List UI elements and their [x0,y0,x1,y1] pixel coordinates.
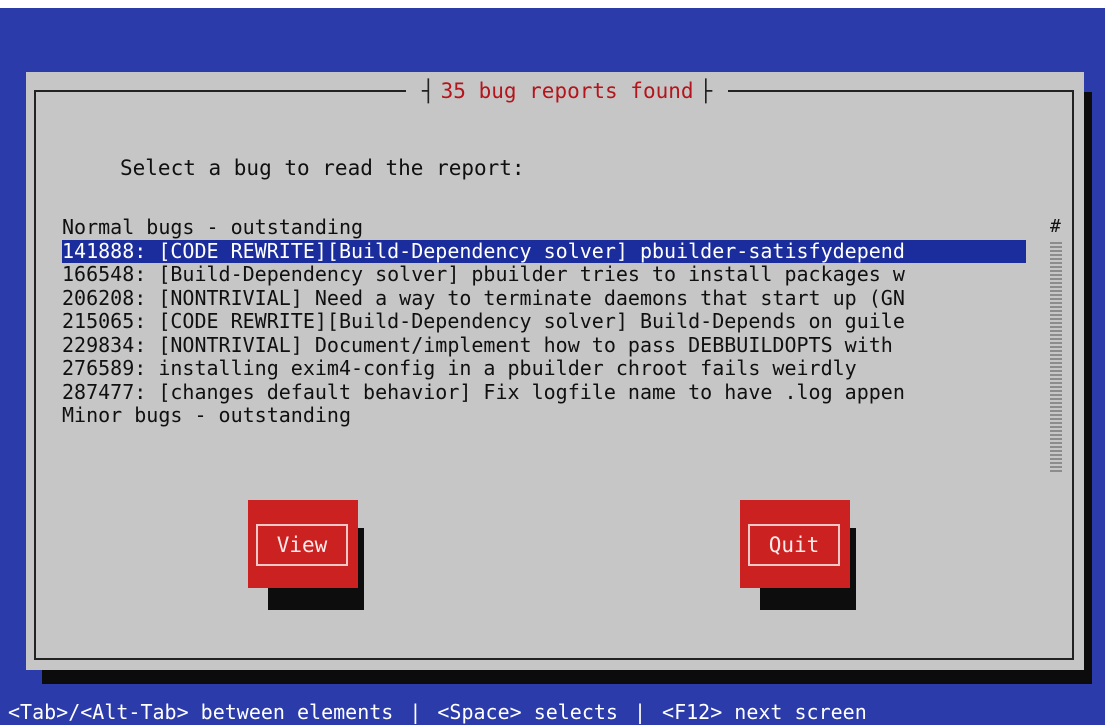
title-right-bracket: ├ [699,79,713,103]
view-button[interactable]: View [248,500,358,588]
help-tab-hint: <Tab>/<Alt-Tab> between elements [8,699,394,724]
help-space-hint: <Space> selects [437,699,618,724]
list-item[interactable]: 215065: [CODE REWRITE][Build-Dependency … [62,310,1026,334]
dialog-prompt: Select a bug to read the report: [120,156,525,180]
list-item: Minor bugs - outstanding [62,404,351,427]
view-button-label: View [256,524,348,566]
list-item[interactable]: 276589: installing exim4-config in a pbu… [62,357,1026,381]
help-f12-hint: <F12> next screen [662,699,867,724]
dialog-title-area: ┤ 35 bug reports found ├ [406,78,729,104]
quit-button-label: Quit [748,524,840,566]
bug-report-dialog: ┤ 35 bug reports found ├ Select a bug to… [26,72,1084,670]
terminal-screen: ┤ 35 bug reports found ├ Select a bug to… [0,0,1105,725]
list-item[interactable]: 206208: [NONTRIVIAL] Need a way to termi… [62,287,1026,311]
list-scrollbar[interactable]: # [1044,216,1066,476]
dialog-title: 35 bug reports found [440,79,694,103]
dialog-frame: ┤ 35 bug reports found ├ Select a bug to… [34,78,1074,660]
list-item-selected[interactable]: 141888: [CODE REWRITE][Build-Dependency … [62,239,1026,263]
scroll-position-mark: # [1050,216,1061,237]
list-item[interactable]: 287477: [changes default behavior] Fix l… [62,381,1026,405]
help-separator: | [409,699,422,724]
list-item[interactable]: 229834: [NONTRIVIAL] Document/implement … [62,334,1026,358]
list-item: Normal bugs - outstanding [62,216,364,239]
title-left-bracket: ┤ [422,79,435,103]
help-bar: <Tab>/<Alt-Tab> between elements | <Spac… [0,698,1105,725]
scroll-track[interactable] [1050,242,1062,472]
help-separator: | [633,699,647,724]
list-item[interactable]: 166548: [Build-Dependency solver] pbuild… [62,263,1026,287]
bug-list[interactable]: Normal bugs - outstanding 141888: [CODE … [62,216,1026,428]
quit-button[interactable]: Quit [740,500,850,588]
top-strip [0,0,1105,8]
